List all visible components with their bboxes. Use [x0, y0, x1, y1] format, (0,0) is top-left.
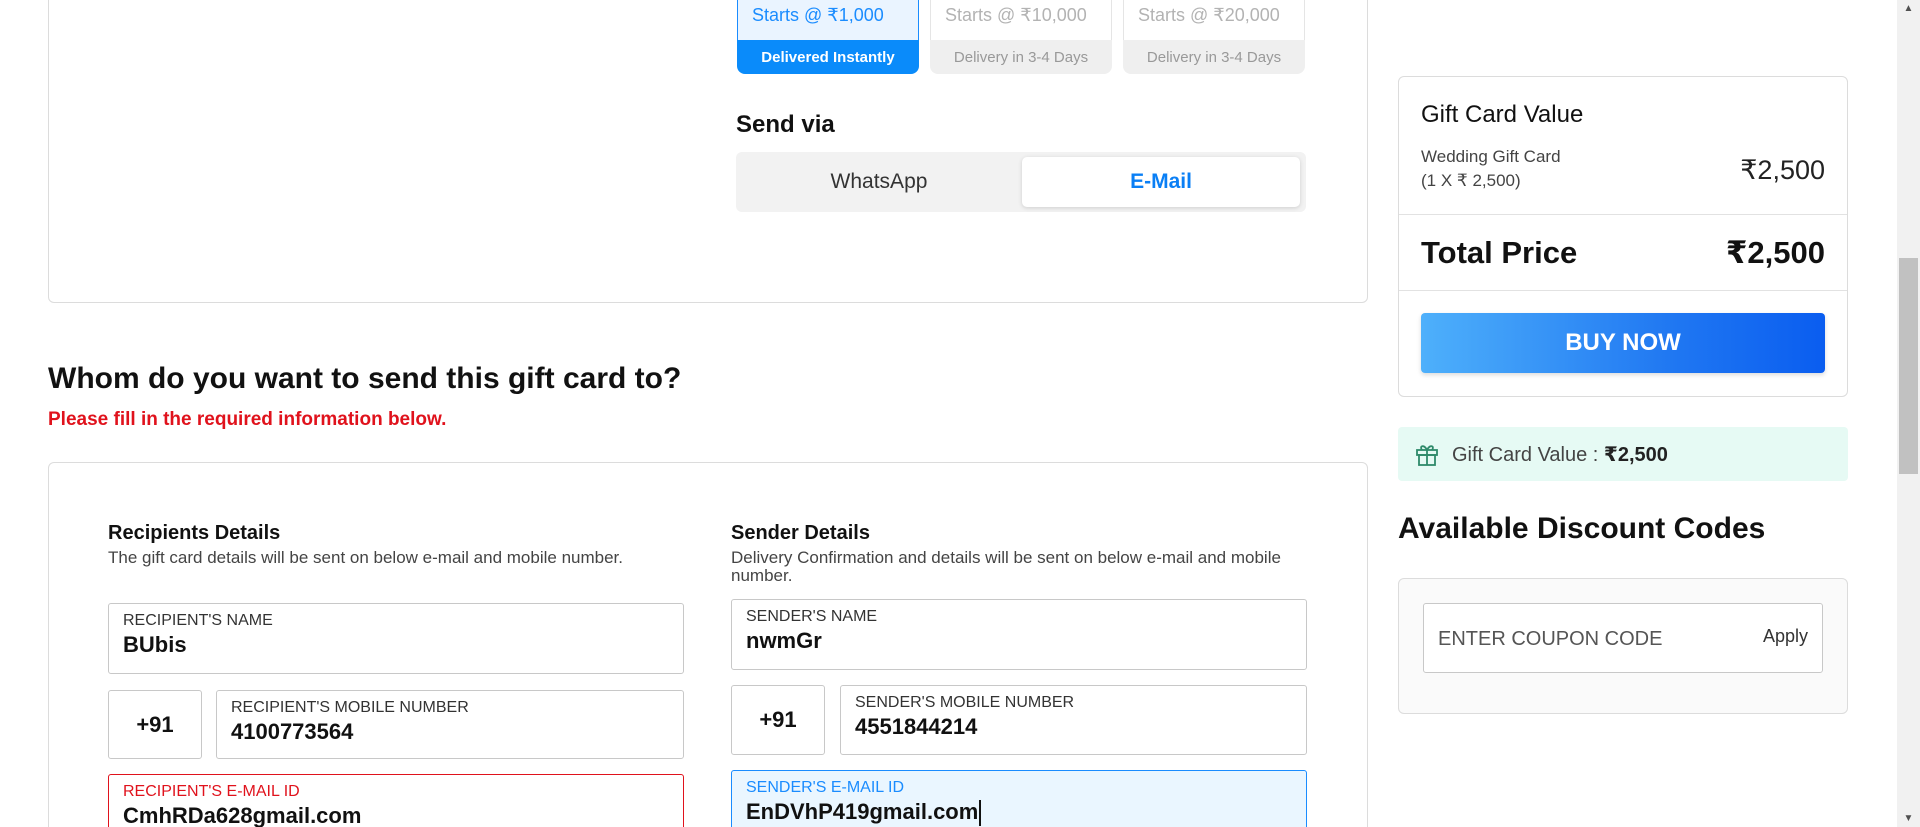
recipient-mobile-value: 4100773564 — [231, 719, 354, 744]
tier-price: Starts @ ₹10,000 — [930, 0, 1112, 40]
gift-card-value-text: Gift Card Value : ₹2,500 — [1452, 442, 1668, 467]
gift-icon — [1416, 445, 1438, 466]
sender-email-label: SENDER'S E-MAIL ID — [746, 779, 905, 796]
coupon-panel: ENTER COUPON CODE Apply — [1398, 578, 1848, 714]
gift-card-value-label: Gift Card Value : — [1452, 444, 1604, 466]
tier-delivery-label: Delivery in 3-4 Days — [930, 40, 1112, 74]
tier-delivery-label: Delivered Instantly — [737, 40, 919, 74]
recipient-email-value: CmhRDa628gmail.com — [123, 803, 362, 827]
recipient-details-description: The gift card details will be sent on be… — [108, 548, 623, 567]
tier-10000[interactable]: Starts @ ₹10,000 Delivery in 3-4 Days — [930, 0, 1112, 74]
scroll-down-arrow-icon[interactable]: ▼ — [1897, 810, 1920, 827]
sender-name-value: nwmGr — [746, 628, 822, 653]
sender-email-field[interactable]: SENDER'S E-MAIL ID EnDVhP419gmail.com — [731, 770, 1307, 827]
order-summary-card: Gift Card Value Wedding Gift Card (1 X ₹… — [1398, 76, 1848, 397]
sender-mobile-value: 4551844214 — [855, 714, 978, 739]
total-price-value: ₹2,500 — [1725, 235, 1825, 270]
recipient-email-label: RECIPIENT'S E-MAIL ID — [123, 783, 300, 800]
summary-item-price: ₹2,500 — [1740, 155, 1825, 185]
summary-item: Wedding Gift Card (1 X ₹ 2,500) — [1421, 145, 1561, 193]
divider — [1399, 290, 1847, 291]
divider — [1399, 214, 1847, 215]
sender-mobile-field[interactable]: SENDER'S MOBILE NUMBER 4551844214 — [840, 685, 1307, 755]
sender-mobile-label: SENDER'S MOBILE NUMBER — [855, 694, 1075, 711]
recipient-name-label: RECIPIENT'S NAME — [123, 612, 273, 629]
sender-name-label: SENDER'S NAME — [746, 608, 878, 625]
recipient-mobile-field[interactable]: RECIPIENT'S MOBILE NUMBER 4100773564 — [216, 690, 684, 759]
coupon-placeholder: ENTER COUPON CODE — [1438, 628, 1663, 650]
apply-coupon-button[interactable]: Apply — [1763, 626, 1808, 647]
tier-instant[interactable]: Starts @ ₹1,000 Delivered Instantly — [737, 0, 919, 74]
sender-name-field[interactable]: SENDER'S NAME nwmGr — [731, 599, 1307, 670]
recipient-mobile-label: RECIPIENT'S MOBILE NUMBER — [231, 699, 469, 716]
send-via-whatsapp-option[interactable]: WhatsApp — [740, 157, 1018, 207]
recipient-name-value: BUbis — [123, 632, 187, 657]
discount-codes-title: Available Discount Codes — [1398, 512, 1766, 545]
gift-card-value-title: Gift Card Value — [1421, 101, 1584, 128]
total-price-label: Total Price — [1421, 235, 1578, 270]
sender-details-description: Delivery Confirmation and details will b… — [731, 548, 1281, 585]
send-via-toggle: WhatsApp E-Mail — [736, 152, 1306, 212]
sender-email-value: EnDVhP419gmail.com — [746, 799, 979, 824]
tier-20000[interactable]: Starts @ ₹20,000 Delivery in 3-4 Days — [1123, 0, 1305, 74]
scroll-thumb[interactable] — [1899, 258, 1918, 474]
recipient-email-field[interactable]: RECIPIENT'S E-MAIL ID CmhRDa628gmail.com — [108, 774, 684, 827]
tier-price: Starts @ ₹1,000 — [737, 0, 919, 40]
send-via-email-option[interactable]: E-Mail — [1022, 157, 1300, 207]
summary-item-qty: (1 X ₹ 2,500) — [1421, 171, 1521, 190]
gift-card-value-amount: ₹2,500 — [1603, 444, 1668, 466]
gift-card-value-strip: Gift Card Value : ₹2,500 — [1398, 427, 1848, 481]
sender-details-title: Sender Details — [731, 522, 870, 544]
recipient-heading: Whom do you want to send this gift card … — [48, 362, 682, 395]
sender-email-value-wrap: EnDVhP419gmail.com — [746, 799, 982, 827]
sender-country-code[interactable]: +91 — [731, 685, 825, 755]
recipient-name-field[interactable]: RECIPIENT'S NAME BUbis — [108, 603, 684, 674]
tier-price: Starts @ ₹20,000 — [1123, 0, 1305, 40]
tier-delivery-label: Delivery in 3-4 Days — [1123, 40, 1305, 74]
coupon-input[interactable]: ENTER COUPON CODE Apply — [1423, 603, 1823, 673]
buy-now-button[interactable]: BUY NOW — [1421, 313, 1825, 373]
required-info-warning: Please fill in the required information … — [48, 409, 447, 430]
recipient-details-title: Recipients Details — [108, 522, 281, 544]
send-via-label: Send via — [736, 111, 835, 138]
recipient-country-code[interactable]: +91 — [108, 690, 202, 759]
scroll-up-arrow-icon[interactable]: ▲ — [1897, 0, 1920, 17]
text-caret — [979, 800, 982, 827]
summary-item-name: Wedding Gift Card — [1421, 147, 1561, 166]
